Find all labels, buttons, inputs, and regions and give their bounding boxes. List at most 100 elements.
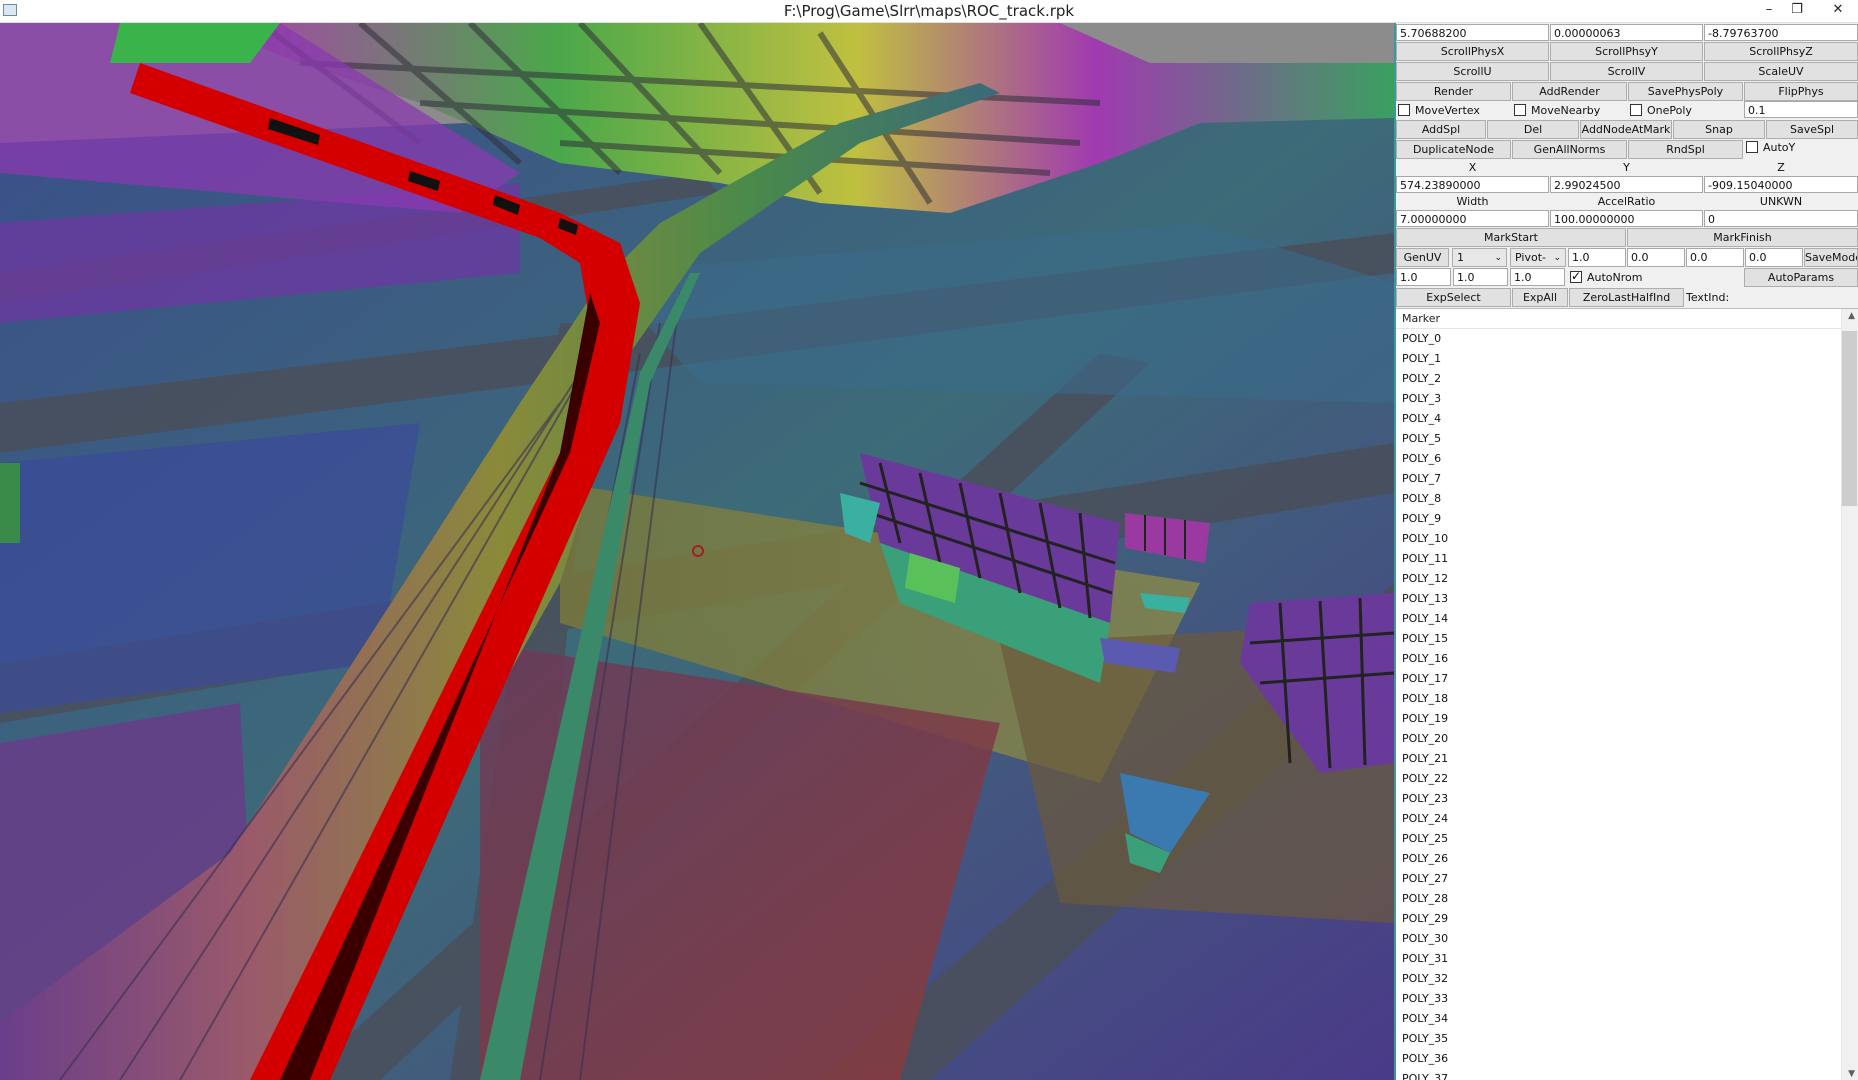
scale-uv-button[interactable]: ScaleUV <box>1704 62 1858 81</box>
gen-all-norms-button[interactable]: GenAllNorms <box>1512 140 1627 159</box>
export-all-button[interactable]: ExpAll <box>1512 288 1568 307</box>
list-item[interactable]: POLY_26 <box>1396 849 1858 869</box>
one-poly-checkbox[interactable]: OnePoly <box>1630 102 1740 118</box>
list-item[interactable]: POLY_13 <box>1396 589 1858 609</box>
accel-ratio-input[interactable]: 100.00000000 <box>1550 210 1703 227</box>
save-phys-poly-button[interactable]: SavePhysPoly <box>1628 82 1743 101</box>
list-item[interactable]: POLY_19 <box>1396 709 1858 729</box>
list-item[interactable]: POLY_2 <box>1396 369 1858 389</box>
mark-finish-button[interactable]: MarkFinish <box>1627 228 1858 247</box>
render-button[interactable]: Render <box>1396 82 1511 101</box>
y-label: Y <box>1623 161 1630 174</box>
move-vertex-checkbox[interactable]: MoveVertex <box>1398 102 1508 118</box>
snap-button[interactable]: Snap <box>1673 120 1765 139</box>
list-scrollbar[interactable]: ▲ ▼ <box>1841 309 1858 1080</box>
list-item[interactable]: POLY_9 <box>1396 509 1858 529</box>
restore-icon[interactable]: ❐ <box>1784 0 1810 20</box>
list-item[interactable]: POLY_31 <box>1396 949 1858 969</box>
list-item[interactable]: POLY_8 <box>1396 489 1858 509</box>
uv-value-4-input[interactable]: 0.0 <box>1745 248 1803 267</box>
add-render-button[interactable]: AddRender <box>1512 82 1627 101</box>
phys-y-input[interactable]: 0.00000063 <box>1550 24 1703 41</box>
list-item[interactable]: POLY_36 <box>1396 1049 1858 1069</box>
3d-viewport[interactable] <box>0 23 1394 1080</box>
node-x-input[interactable]: 574.23890000 <box>1396 176 1549 193</box>
list-item[interactable]: POLY_29 <box>1396 909 1858 929</box>
flip-phys-button[interactable]: FlipPhys <box>1744 82 1858 101</box>
list-item[interactable]: POLY_12 <box>1396 569 1858 589</box>
scroll-down-icon[interactable]: ▼ <box>1848 1069 1855 1079</box>
nearby-radius-input[interactable]: 0.1 <box>1744 101 1858 118</box>
list-item[interactable]: POLY_10 <box>1396 529 1858 549</box>
zero-last-half-ind-button[interactable]: ZeroLastHalfInd <box>1569 288 1684 307</box>
list-item[interactable]: POLY_11 <box>1396 549 1858 569</box>
uv-value-2-input[interactable]: 0.0 <box>1627 248 1685 267</box>
list-item[interactable]: POLY_28 <box>1396 889 1858 909</box>
phys-x-input[interactable]: 5.70688200 <box>1396 24 1549 41</box>
gen-uv-button[interactable]: GenUV <box>1396 248 1449 267</box>
scrollbar-thumb[interactable] <box>1842 331 1857 506</box>
list-item[interactable]: POLY_17 <box>1396 669 1858 689</box>
list-item[interactable]: POLY_3 <box>1396 389 1858 409</box>
list-item[interactable]: POLY_5 <box>1396 429 1858 449</box>
list-item[interactable]: POLY_30 <box>1396 929 1858 949</box>
add-spline-button[interactable]: AddSpl <box>1396 120 1486 139</box>
unknown-input[interactable]: 0 <box>1704 210 1858 227</box>
list-item[interactable]: POLY_6 <box>1396 449 1858 469</box>
scroll-v-button[interactable]: ScrollV <box>1550 62 1703 81</box>
list-item[interactable]: POLY_35 <box>1396 1029 1858 1049</box>
save-spline-button[interactable]: SaveSpl <box>1766 120 1858 139</box>
scroll-phys-z-button[interactable]: ScrollPhsyZ <box>1704 42 1858 61</box>
node-z-input[interactable]: -909.15040000 <box>1704 176 1858 193</box>
list-item[interactable]: POLY_22 <box>1396 769 1858 789</box>
list-item[interactable]: POLY_25 <box>1396 829 1858 849</box>
scale-z-input[interactable]: 1.0 <box>1510 268 1565 286</box>
checkbox-icon <box>1514 104 1526 116</box>
marker-list[interactable]: Marker POLY_0 POLY_1 POLY_2 POLY_3 POLY_4 POL… <box>1396 308 1858 1080</box>
list-item[interactable]: POLY_34 <box>1396 1009 1858 1029</box>
accel-ratio-label: AccelRatio <box>1597 195 1656 208</box>
width-input[interactable]: 7.00000000 <box>1396 210 1549 227</box>
pivot-select[interactable]: Pivot- ⌄ <box>1510 248 1566 267</box>
auto-nrom-checkbox[interactable]: AutoNrom <box>1570 269 1670 285</box>
list-item[interactable]: POLY_33 <box>1396 989 1858 1009</box>
list-item[interactable]: POLY_0 <box>1396 329 1858 349</box>
duplicate-node-button[interactable]: DuplicateNode <box>1396 140 1511 159</box>
list-item[interactable]: POLY_1 <box>1396 349 1858 369</box>
gen-uv-select[interactable]: 1 ⌄ <box>1452 248 1507 267</box>
node-y-input[interactable]: 2.99024500 <box>1550 176 1703 193</box>
close-icon[interactable]: ✕ <box>1818 0 1858 20</box>
phys-z-input[interactable]: -8.79763700 <box>1704 24 1858 41</box>
move-nearby-checkbox[interactable]: MoveNearby <box>1514 102 1624 118</box>
list-item[interactable]: POLY_4 <box>1396 409 1858 429</box>
scroll-up-icon[interactable]: ▲ <box>1848 311 1855 321</box>
delete-button[interactable]: Del <box>1487 120 1579 139</box>
auto-y-checkbox[interactable]: AutoY <box>1746 139 1858 155</box>
list-item[interactable]: POLY_27 <box>1396 869 1858 889</box>
save-mode-button[interactable]: SaveMode <box>1804 248 1858 267</box>
random-spline-button[interactable]: RndSpl <box>1628 140 1743 159</box>
scroll-u-button[interactable]: ScrollU <box>1396 62 1549 81</box>
list-item[interactable]: POLY_20 <box>1396 729 1858 749</box>
scale-y-input[interactable]: 1.0 <box>1453 268 1508 286</box>
list-item[interactable]: POLY_23 <box>1396 789 1858 809</box>
uv-value-3-input[interactable]: 0.0 <box>1686 248 1744 267</box>
minimize-icon[interactable]: – <box>1756 0 1782 20</box>
list-item[interactable]: POLY_24 <box>1396 809 1858 829</box>
list-item[interactable]: POLY_37 <box>1396 1069 1858 1080</box>
uv-value-1-input[interactable]: 1.0 <box>1568 248 1626 267</box>
scale-x-input[interactable]: 1.0 <box>1396 268 1451 286</box>
list-item[interactable]: POLY_15 <box>1396 629 1858 649</box>
export-select-button[interactable]: ExpSelect <box>1396 288 1511 307</box>
scroll-phys-y-button[interactable]: ScrollPhsyY <box>1550 42 1703 61</box>
auto-params-button[interactable]: AutoParams <box>1744 268 1858 287</box>
list-item[interactable]: POLY_18 <box>1396 689 1858 709</box>
mark-start-button[interactable]: MarkStart <box>1396 228 1626 247</box>
list-item[interactable]: POLY_16 <box>1396 649 1858 669</box>
list-item[interactable]: POLY_21 <box>1396 749 1858 769</box>
list-item[interactable]: POLY_14 <box>1396 609 1858 629</box>
scroll-phys-x-button[interactable]: ScrollPhysX <box>1396 42 1549 61</box>
list-item[interactable]: POLY_7 <box>1396 469 1858 489</box>
add-node-at-mark-button[interactable]: AddNodeAtMark <box>1580 120 1672 139</box>
list-item[interactable]: POLY_32 <box>1396 969 1858 989</box>
